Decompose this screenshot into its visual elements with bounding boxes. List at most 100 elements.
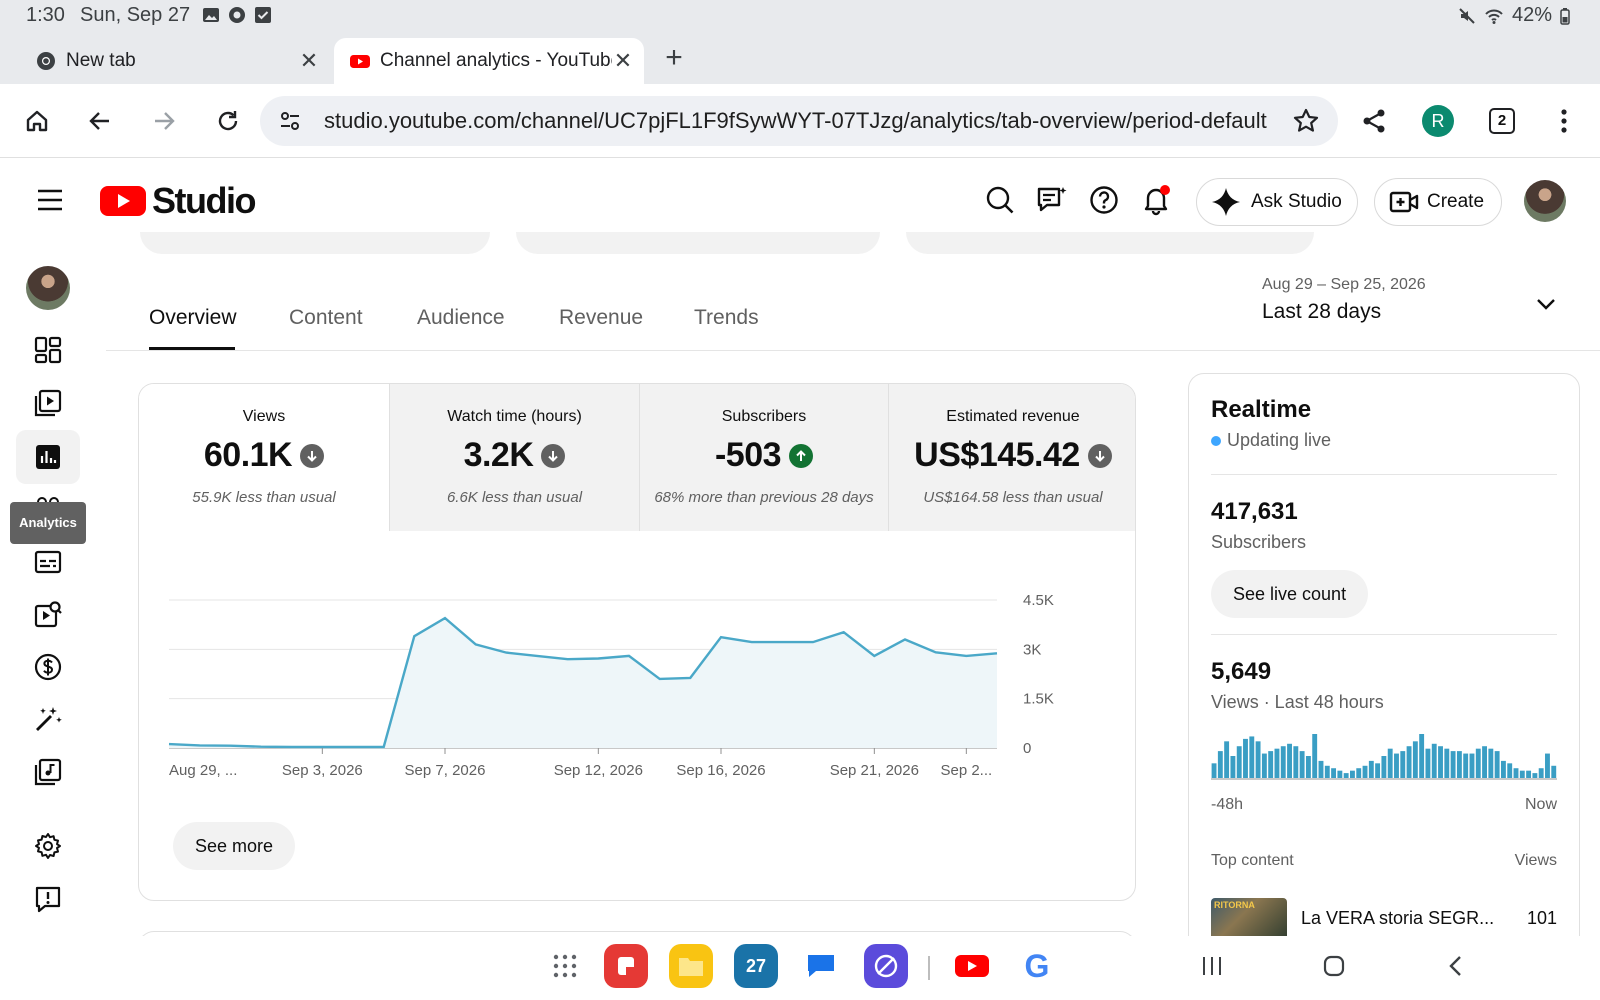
ask-studio-button[interactable]: Ask Studio	[1196, 178, 1358, 226]
status-right: 42%	[1458, 4, 1570, 27]
filter-chip[interactable]	[906, 232, 1314, 254]
top-content-title[interactable]: La VERA storia SEGR...	[1301, 908, 1494, 929]
chevron-down-icon[interactable]	[1534, 292, 1558, 316]
metric-estimated-revenue[interactable]: Estimated revenue US$145.42 US$164.58 le…	[888, 384, 1135, 531]
files-app-icon[interactable]	[669, 944, 713, 988]
tab-content[interactable]: Content	[289, 306, 363, 330]
overview-card: Views 60.1K 55.9K less than usual Watch …	[138, 383, 1136, 901]
content-icon[interactable]	[28, 383, 68, 423]
live-label: Updating live	[1227, 430, 1332, 450]
forward-arrow-icon[interactable]	[146, 103, 182, 139]
realtime-bar	[1243, 738, 1248, 778]
new-tab-plus-icon[interactable]: +	[660, 43, 688, 73]
metric-subscribers[interactable]: Subscribers -503 68% more than previous …	[639, 384, 888, 531]
tab-new-tab[interactable]: New tab ✕	[20, 38, 330, 84]
metric-label: Subscribers	[721, 408, 807, 425]
notes-app-icon[interactable]	[604, 944, 648, 988]
top-content-views-label: Views	[1514, 852, 1557, 869]
share-icon[interactable]	[1356, 103, 1392, 139]
spark-axis-start: -48h	[1211, 796, 1244, 813]
date-range-picker[interactable]: Aug 29 – Sep 25, 2026 Last 28 days	[1262, 276, 1426, 324]
x-tick-label: Aug 29, ...	[169, 762, 237, 779]
analytics-icon[interactable]	[28, 437, 68, 477]
see-more-button[interactable]: See more	[173, 822, 296, 870]
metric-watch-time[interactable]: Watch time (hours) 3.2K 6.6K less than u…	[389, 384, 639, 531]
status-notification-icons	[202, 6, 272, 24]
browser-toolbar: studio.youtube.com/channel/UC7pjFL1F9fSy…	[0, 84, 1600, 158]
bookmark-star-icon[interactable]	[1292, 107, 1320, 135]
trend-up-icon	[789, 443, 814, 468]
tab-trends[interactable]: Trends	[694, 306, 759, 330]
realtime-views-bar-chart[interactable]	[1211, 730, 1557, 780]
create-button[interactable]: Create	[1374, 178, 1502, 226]
home-icon[interactable]	[19, 103, 55, 139]
tab-revenue[interactable]: Revenue	[559, 306, 643, 330]
comment-suggestions-icon[interactable]	[1032, 180, 1072, 220]
internet-browser-icon[interactable]	[864, 944, 908, 988]
settings-gear-icon[interactable]	[28, 826, 68, 866]
realtime-bar	[1249, 736, 1255, 778]
realtime-bar	[1488, 748, 1494, 778]
tab-audience[interactable]: Audience	[417, 306, 505, 330]
recent-apps-icon[interactable]	[1190, 944, 1234, 988]
earn-dollar-icon[interactable]	[28, 647, 68, 687]
hamburger-menu-icon[interactable]	[30, 180, 70, 220]
filter-chip[interactable]	[140, 232, 490, 254]
trend-down-icon	[1087, 443, 1112, 468]
realtime-bar	[1337, 770, 1343, 778]
app-drawer-icon[interactable]	[543, 944, 587, 988]
realtime-bar	[1482, 746, 1487, 778]
help-icon[interactable]	[1084, 180, 1124, 220]
home-button-icon[interactable]	[1312, 944, 1356, 988]
profile-initial: R	[1422, 105, 1454, 137]
realtime-bar	[1387, 748, 1393, 778]
search-icon[interactable]	[980, 180, 1020, 220]
google-app-icon[interactable]: G	[1015, 944, 1059, 988]
tab-channel-analytics[interactable]: Channel analytics - YouTube ✕	[334, 38, 644, 84]
checkbox-icon	[254, 6, 272, 24]
metric-value: 3.2K	[463, 436, 534, 474]
audio-library-icon[interactable]	[28, 752, 68, 792]
realtime-bar	[1343, 773, 1349, 778]
realtime-bar	[1217, 751, 1223, 778]
youtube-app-icon[interactable]	[950, 944, 994, 988]
customization-wand-icon[interactable]	[28, 699, 68, 739]
send-feedback-icon[interactable]	[28, 879, 68, 919]
realtime-bar	[1324, 765, 1330, 778]
profile-avatar-button[interactable]: R	[1420, 103, 1456, 139]
close-tab-icon[interactable]: ✕	[612, 48, 634, 73]
calendar-app-icon[interactable]: 27	[734, 944, 778, 988]
top-content-views: 101	[1526, 908, 1557, 928]
tab-switcher-button[interactable]: 2	[1484, 103, 1520, 139]
subtitles-icon[interactable]	[28, 542, 68, 582]
metric-value: -503	[714, 436, 782, 474]
messages-app-icon[interactable]	[799, 944, 843, 988]
realtime-bar	[1305, 756, 1311, 778]
realtime-bar	[1551, 765, 1557, 778]
more-menu-icon[interactable]	[1546, 103, 1582, 139]
dashboard-icon[interactable]	[28, 330, 68, 370]
metric-comparison: 68% more than previous 28 days	[654, 489, 874, 506]
x-tick-label: Sep 12, 2026	[554, 762, 643, 779]
content-detection-icon[interactable]	[28, 594, 68, 634]
reload-icon[interactable]	[210, 103, 246, 139]
account-avatar[interactable]	[1524, 180, 1566, 222]
close-tab-icon[interactable]: ✕	[298, 48, 320, 73]
site-settings-icon[interactable]	[278, 109, 302, 133]
views-line-chart[interactable]: 4.5K 3K 1.5K 0 Aug 29, ... Sep 3, 2026 Sep 7,…	[159, 574, 1109, 784]
filter-chip[interactable]	[516, 232, 880, 254]
metric-views[interactable]: Views 60.1K 55.9K less than usual	[139, 384, 389, 531]
notifications-bell-icon[interactable]	[1136, 180, 1176, 220]
back-arrow-icon[interactable]	[82, 103, 118, 139]
realtime-subscribers-value: 417,631	[1211, 498, 1298, 525]
address-bar[interactable]: studio.youtube.com/channel/UC7pjFL1F9fSy…	[260, 96, 1338, 146]
studio-logo[interactable]: Studio	[100, 180, 256, 222]
tab-overview[interactable]: Overview	[149, 306, 237, 330]
realtime-bar	[1438, 746, 1443, 778]
channel-avatar[interactable]	[26, 266, 70, 310]
chrome-small-icon	[228, 6, 246, 24]
realtime-bar	[1475, 748, 1481, 778]
see-live-count-button[interactable]: See live count	[1211, 570, 1369, 618]
back-button-icon[interactable]	[1434, 944, 1478, 988]
realtime-bar	[1526, 770, 1532, 778]
